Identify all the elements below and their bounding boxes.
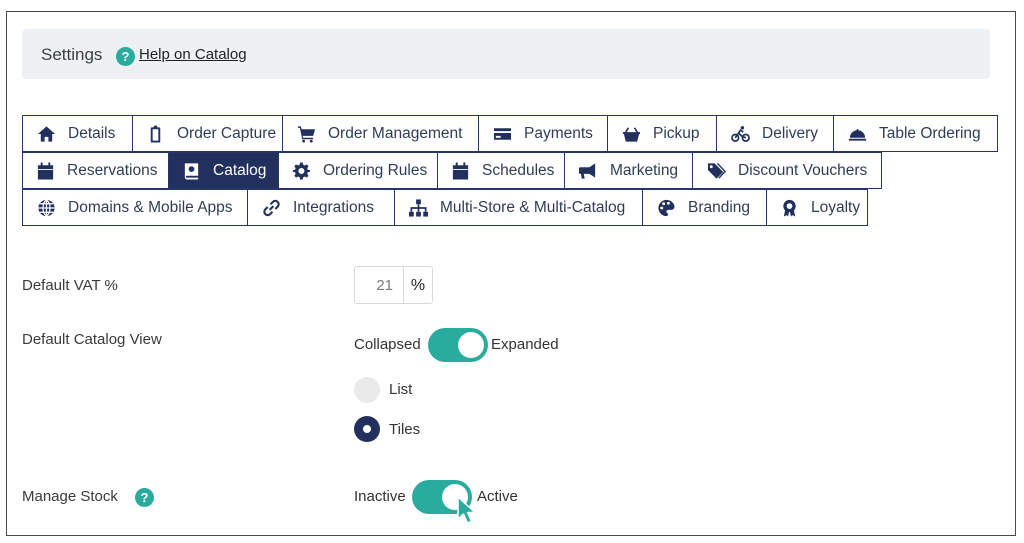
award-icon	[780, 199, 799, 217]
vat-input[interactable]: 21	[355, 267, 403, 303]
cart-icon	[296, 125, 316, 143]
cloche-icon	[847, 125, 867, 143]
basket-icon	[621, 125, 641, 143]
tab-schedules[interactable]: Schedules	[437, 152, 565, 189]
tab-integrations[interactable]: Integrations	[247, 189, 395, 226]
gear-icon	[292, 161, 311, 180]
help-icon[interactable]: ?	[116, 47, 135, 66]
book-icon	[182, 162, 201, 180]
tab-multi-store-multi-catalog[interactable]: Multi-Store & Multi-Catalog	[394, 189, 643, 226]
megaphone-icon	[578, 162, 598, 180]
tab-ordering-rules[interactable]: Ordering Rules	[278, 152, 438, 189]
home-icon	[36, 125, 56, 143]
tab-branding[interactable]: Branding	[642, 189, 767, 226]
tab-label: Details	[68, 124, 116, 142]
tags-icon	[706, 162, 726, 180]
tab-payments[interactable]: Payments	[478, 115, 608, 152]
vat-label: Default VAT %	[22, 277, 118, 294]
tabs-row-2: Reservations Catalog Ordering Rules Sche…	[22, 152, 882, 189]
tab-label: Schedules	[482, 161, 555, 179]
catalog-view-on-label: Expanded	[491, 336, 559, 353]
tab-delivery[interactable]: Delivery	[716, 115, 834, 152]
catalog-view-label: Default Catalog View	[22, 331, 162, 348]
tab-label: Pickup	[653, 124, 700, 142]
calendar-icon	[451, 161, 470, 180]
tab-label: Payments	[524, 124, 593, 142]
toggle-knob	[458, 332, 484, 358]
bicycle-icon	[730, 125, 750, 143]
tab-label: Loyalty	[811, 198, 861, 216]
tab-pickup[interactable]: Pickup	[607, 115, 717, 152]
tab-discount-vouchers[interactable]: Discount Vouchers	[692, 152, 882, 189]
calendar-icon	[36, 161, 55, 180]
radio-tiles[interactable]	[354, 416, 380, 442]
tabs-row-3: Domains & Mobile Apps Integrations Multi…	[22, 189, 868, 226]
tab-loyalty[interactable]: Loyalty	[766, 189, 868, 226]
tab-reservations[interactable]: Reservations	[22, 152, 169, 189]
tab-label: Multi-Store & Multi-Catalog	[440, 198, 626, 216]
tab-label: Integrations	[293, 198, 374, 216]
tab-label: Order Management	[328, 124, 463, 142]
manage-stock-off-label: Inactive	[354, 488, 406, 505]
catalog-view-off-label: Collapsed	[354, 336, 421, 353]
credit-card-icon	[492, 125, 512, 143]
tab-label: Discount Vouchers	[738, 161, 868, 179]
tab-marketing[interactable]: Marketing	[564, 152, 693, 189]
vat-unit: %	[403, 267, 432, 303]
manage-stock-label: Manage Stock	[22, 488, 118, 505]
tab-label: Order Capture	[177, 124, 277, 142]
tab-domains-mobile-apps[interactable]: Domains & Mobile Apps	[22, 189, 248, 226]
tab-label: Domains & Mobile Apps	[68, 198, 233, 216]
tab-label: Delivery	[762, 124, 818, 142]
tab-table-ordering[interactable]: Table Ordering	[833, 115, 998, 152]
radio-tiles-label: Tiles	[389, 421, 421, 438]
radio-list-label: List	[389, 381, 413, 398]
tab-order-management[interactable]: Order Management	[282, 115, 479, 152]
help-link[interactable]: Help on Catalog	[139, 46, 247, 63]
help-icon[interactable]: ?	[135, 488, 154, 507]
tab-label: Branding	[688, 198, 751, 216]
tab-catalog[interactable]: Catalog	[168, 152, 279, 189]
tab-details[interactable]: Details	[22, 115, 133, 152]
vat-input-group: 21 %	[354, 266, 433, 304]
tab-order-capture[interactable]: Order Capture	[132, 115, 283, 152]
settings-panel	[6, 11, 1016, 536]
radio-list[interactable]	[354, 377, 380, 403]
tab-label: Ordering Rules	[323, 161, 428, 179]
catalog-view-toggle[interactable]	[428, 328, 488, 362]
clipboard-icon	[146, 124, 165, 143]
tab-label: Marketing	[610, 161, 679, 179]
tabs-row-1: Details Order Capture Order Management P…	[22, 115, 998, 152]
sitemap-icon	[408, 198, 428, 217]
palette-icon	[656, 199, 676, 217]
tab-label: Catalog	[213, 161, 267, 179]
pointer-cursor-icon	[457, 496, 476, 524]
manage-stock-on-label: Active	[477, 488, 518, 505]
globe-icon	[36, 198, 56, 217]
link-icon	[261, 199, 281, 217]
page-title: Settings	[41, 45, 103, 64]
tab-label: Reservations	[67, 161, 158, 179]
tab-label: Table Ordering	[879, 124, 981, 142]
